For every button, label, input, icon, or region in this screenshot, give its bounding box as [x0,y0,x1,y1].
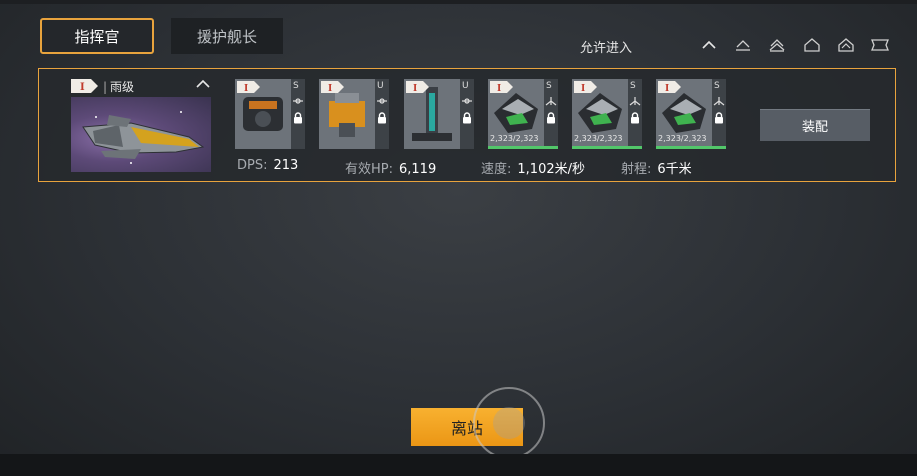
module-slot-type: S [546,81,552,91]
ship-image [71,97,211,172]
link-icon [462,98,472,104]
aircraft-icon [545,97,557,106]
svg-text:I: I [244,84,248,93]
aircraft-icon [629,97,641,106]
svg-text:I: I [497,84,501,93]
module-hp-fill [656,146,726,149]
svg-text:I: I [328,84,332,93]
module-slot[interactable]: I S 2,323/2,323 [572,79,642,149]
tab-commander[interactable]: 指挥官 [40,18,154,54]
lock-icon [378,112,386,124]
stat-range: 射程: 6千米 [621,158,692,177]
lock-icon [715,112,723,124]
module-hp-fill [572,146,642,149]
equip-button[interactable]: 装配 [760,109,870,141]
touch-indicator [473,387,545,459]
module-slot[interactable]: IU [319,79,389,149]
stat-speed-label: 速度: [481,162,512,177]
link-icon [293,98,303,104]
stat-hp-value: 6,119 [399,162,437,177]
tier3-filter-icon[interactable] [801,36,823,54]
tier-badge-icon: I [574,81,597,93]
stat-dps-label: DPS: [237,158,268,173]
stat-range-label: 射程: [621,162,652,177]
tier2-filter-icon[interactable] [766,36,788,54]
tier-badge-icon: I [71,79,98,93]
module-hp-bar [488,146,558,149]
module-slot-type: S [293,81,299,91]
module-slot-type: S [630,81,636,91]
stat-speed: 速度: 1,102米/秒 [481,158,585,177]
lock-icon [631,112,639,124]
tier-badge-icon: I [237,81,260,93]
ship-name: 雨级 [103,78,134,95]
ship-loadout-panel: I 雨级 ISIUIUIS2,323/2,323IS2,323/2,323IS2… [38,68,896,182]
module-hp-text: 2,323/2,323 [574,134,623,143]
bottom-strip [0,454,917,476]
svg-text:I: I [413,84,417,93]
svg-text:I: I [581,84,585,93]
tier-badge-icon: I [321,81,344,93]
tier-badge-icon: I [658,81,681,93]
stat-range-value: 6千米 [657,162,692,177]
module-hp-bar [572,146,642,149]
tier5-filter-icon[interactable] [869,36,891,54]
tier-badge-icon: I [490,81,513,93]
module-slot-type: U [462,81,469,91]
link-icon [377,98,387,104]
stat-dps: DPS: 213 [237,158,298,173]
lock-icon [547,112,555,124]
stat-speed-value: 1,102米/秒 [517,162,585,177]
module-slot[interactable]: IU [404,79,474,149]
aircraft-icon [713,97,725,106]
top-strip [0,0,917,4]
module-slot[interactable]: I S 2,323/2,323 [488,79,558,149]
svg-text:I: I [665,84,669,93]
module-hp-fill [488,146,558,149]
tier1-filter-icon[interactable] [732,36,754,54]
module-slot[interactable]: I S 2,323/2,323 [656,79,726,149]
stat-hp-label: 有效HP: [345,162,393,177]
tab-escort[interactable]: 援护舰长 [171,18,283,54]
ship-card[interactable]: I 雨级 [71,79,211,172]
tier4-filter-icon[interactable] [835,36,857,54]
allow-entry-label: 允许进入 [580,41,633,56]
lock-icon [294,112,302,124]
chevron-up-icon[interactable] [195,77,211,91]
module-slot-type: U [377,81,384,91]
module-slot-type: S [714,81,720,91]
module-hp-text: 2,323/2,323 [658,134,707,143]
module-slot[interactable]: IS [235,79,305,149]
stat-hp: 有效HP: 6,119 [345,158,436,177]
tier-badge-icon: I [406,81,429,93]
svg-text:I: I [80,82,85,93]
lock-icon [463,112,471,124]
module-hp-text: 2,323/2,323 [490,134,539,143]
module-hp-bar [656,146,726,149]
stat-dps-value: 213 [273,158,299,173]
chevron-up-icon[interactable] [698,36,720,54]
